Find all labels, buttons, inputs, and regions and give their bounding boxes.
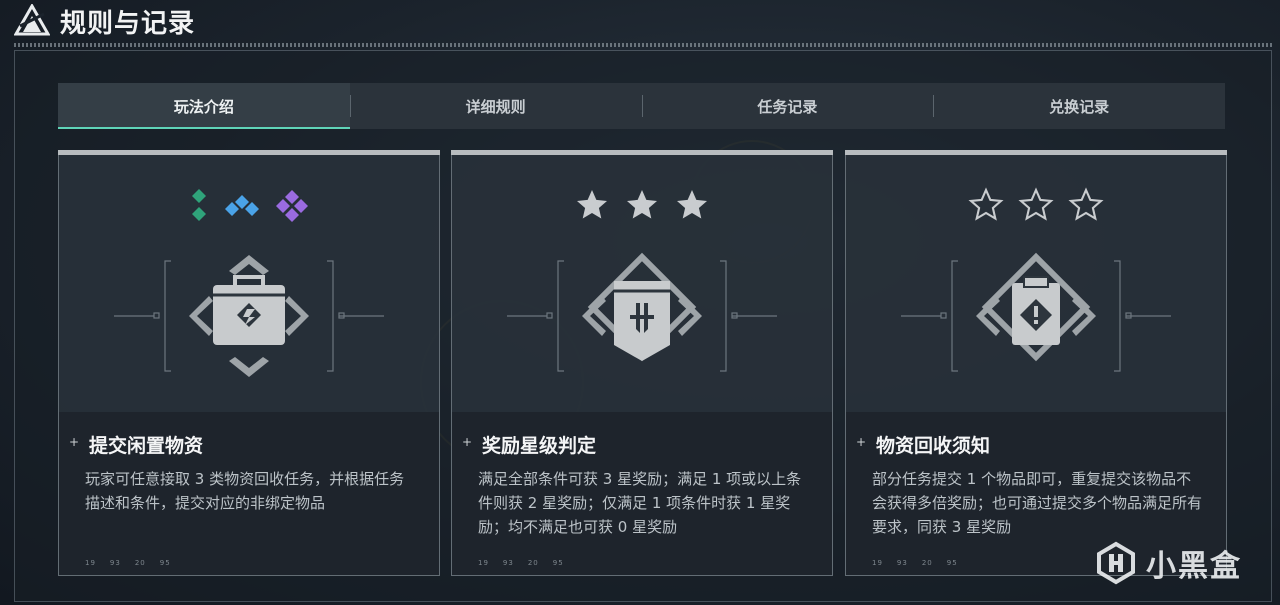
bullet-plus-icon: + <box>462 435 473 449</box>
heybox-logo-icon <box>1097 541 1135 585</box>
tab-bar: 玩法介绍 详细规则 任务记录 兑换记录 <box>58 83 1225 129</box>
card-title: 奖励星级判定 <box>482 435 597 457</box>
star-rating-icons <box>452 187 832 223</box>
purple-diamond-icon <box>276 190 308 222</box>
watermark-text: 小黑盒 <box>1146 549 1242 584</box>
card-description: 部分任务提交 1 个物品即可，重复提交该物品不会获得多倍奖励；也可通过提交多个物… <box>872 470 1203 536</box>
blue-diamond-icon <box>225 195 259 216</box>
bullet-plus-icon: + <box>856 435 867 449</box>
info-card-recycle-notes: + 物资回收须知 部分任务提交 1 个物品即可，重复提交该物品不会获得多倍奖励；… <box>845 150 1227 576</box>
rarity-icons <box>59 187 439 223</box>
clipboard-warning-icon <box>901 252 1171 372</box>
banner-icon <box>507 252 777 372</box>
green-diamond-icon <box>192 189 206 221</box>
tab-exchange-records[interactable]: 兑换记录 <box>933 83 1225 129</box>
card-footer-numbers: 19 93 20 95 <box>478 559 564 567</box>
app-logo-icon <box>14 4 50 36</box>
filled-star-icon <box>627 190 657 219</box>
card-description: 玩家可任意接取 3 类物资回收任务，并根据任务描述和条件，提交对应的非绑定物品 <box>85 470 405 512</box>
outline-star-icon <box>968 187 1004 221</box>
filled-star-icon <box>677 190 707 219</box>
filled-star-icon <box>577 190 607 219</box>
card-title: 物资回收须知 <box>876 435 991 457</box>
tab-gameplay-intro[interactable]: 玩法介绍 <box>58 83 350 129</box>
card-footer-numbers: 19 93 20 95 <box>85 559 171 567</box>
briefcase-icon <box>114 255 384 377</box>
outline-star-icon <box>1018 187 1054 221</box>
watermark: 小黑盒 <box>1094 541 1242 585</box>
info-card-submit-items: + 提交闲置物资 玩家可任意接取 3 类物资回收任务，并根据任务描述和条件，提交… <box>58 150 440 576</box>
page-header: 规则与记录 <box>0 0 1280 47</box>
tab-task-records[interactable]: 任务记录 <box>641 83 934 129</box>
tab-detailed-rules[interactable]: 详细规则 <box>349 83 642 129</box>
star-rating-icons <box>846 187 1226 223</box>
bullet-plus-icon: + <box>69 435 80 449</box>
card-title: 提交闲置物资 <box>89 435 204 457</box>
card-description: 满足全部条件可获 3 星奖励；满足 1 项或以上条件则获 2 星奖励；仅满足 1… <box>478 470 802 536</box>
card-footer-numbers: 19 93 20 95 <box>872 559 958 567</box>
info-card-star-rating: + 奖励星级判定 满足全部条件可获 3 星奖励；满足 1 项或以上条件则获 2 … <box>451 150 833 576</box>
header-divider <box>14 43 1272 47</box>
page-title: 规则与记录 <box>60 9 196 39</box>
outline-star-icon <box>1068 187 1104 221</box>
